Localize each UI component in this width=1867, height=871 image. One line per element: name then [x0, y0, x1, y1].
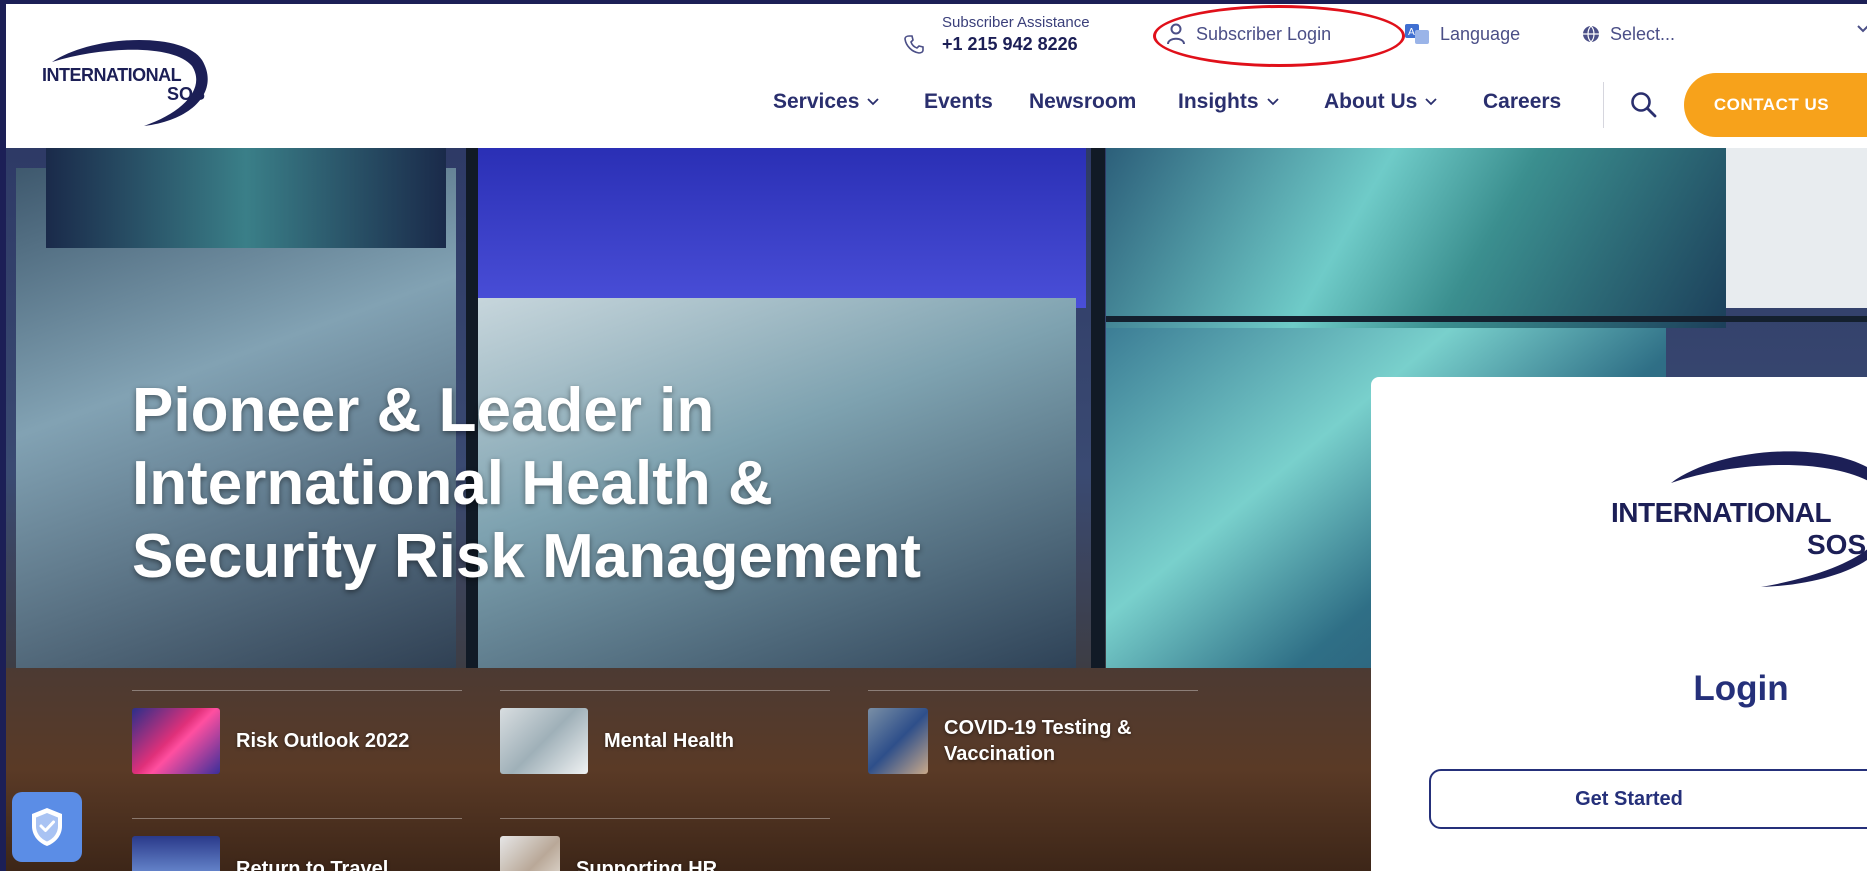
svg-text:A: A [1408, 27, 1415, 38]
translate-icon: A [1405, 24, 1429, 44]
subscriber-login-link[interactable]: Subscriber Login [1166, 20, 1331, 48]
subscriber-assistance[interactable]: Subscriber Assistance +1 215 942 8226 [904, 12, 1124, 56]
quick-link-label-line: Vaccination [944, 743, 1056, 765]
hero-title-line: Pioneer & Leader in [132, 376, 715, 445]
logo-text-international: INTERNATIONAL [42, 65, 182, 85]
language-select[interactable]: Select... [1582, 20, 1675, 48]
quick-link-risk-outlook[interactable]: Risk Outlook 2022 [132, 706, 409, 776]
nav-newsroom-label: Newsroom [1029, 90, 1137, 113]
language-label: A Language [1404, 20, 1520, 48]
logo-text-sos: SOS [167, 84, 206, 104]
divider-line [500, 690, 830, 691]
globe-icon [1583, 25, 1599, 43]
get-started-button[interactable]: Get Started [1429, 769, 1867, 829]
nav-divider [1603, 82, 1604, 128]
nav-services-label: Services [773, 90, 860, 113]
divider-line [500, 818, 830, 819]
phone-icon [904, 35, 924, 54]
divider-line [132, 690, 462, 691]
shield-check-icon [32, 808, 62, 846]
logo-text-international: INTERNATIONAL [1611, 497, 1832, 528]
quick-link-label: Supporting HR [576, 858, 718, 871]
quick-link-return-to-travel[interactable]: Return to Travel [132, 834, 388, 871]
assistance-label: Subscriber Assistance [942, 14, 1090, 31]
divider-line [132, 818, 462, 819]
search-icon[interactable] [1629, 90, 1659, 120]
assistance-phone[interactable]: +1 215 942 8226 [942, 34, 1078, 55]
site-header: INTERNATIONAL SOS Subscriber Assistance … [6, 4, 1867, 148]
site-logo[interactable]: INTERNATIONAL SOS [24, 32, 224, 126]
nav-about-us-label: About Us [1324, 90, 1418, 113]
quick-link-label: Mental Health [604, 730, 735, 752]
privacy-settings-button[interactable] [12, 792, 82, 862]
hero-title: Pioneer & Leader in International Health… [132, 374, 1132, 593]
risk-outlook-thumbnail [132, 708, 220, 774]
login-card-logo: INTERNATIONAL SOS [1611, 437, 1867, 597]
chevron-down-icon[interactable] [1856, 24, 1867, 34]
nav-events-label: Events [924, 90, 993, 113]
chevron-down-icon [867, 98, 880, 106]
login-card: INTERNATIONAL SOS Login Get Started [1371, 377, 1867, 871]
quick-link-covid-testing[interactable]: COVID-19 Testing & Vaccination [868, 706, 1131, 776]
mental-health-thumbnail [500, 708, 588, 774]
contact-us-button[interactable]: CONTACT US [1684, 73, 1867, 137]
logo-text-sos: SOS [1807, 529, 1867, 560]
nav-insights[interactable]: Insights [1178, 86, 1279, 118]
quick-link-label: Return to Travel [236, 858, 389, 871]
hero-title-line: International Health & [132, 449, 773, 518]
nav-careers[interactable]: Careers [1483, 86, 1561, 118]
nav-careers-label: Careers [1483, 90, 1562, 113]
nav-about-us[interactable]: About Us [1324, 86, 1437, 118]
chevron-down-icon [1266, 98, 1279, 106]
user-icon [1167, 23, 1185, 45]
subscriber-login-label: Subscriber Login [1196, 23, 1332, 44]
quick-link-label: COVID-19 Testing & Vaccination [944, 715, 1131, 767]
language-select-value: Select... [1610, 23, 1676, 44]
return-to-travel-thumbnail [132, 836, 220, 871]
login-title: Login [1693, 669, 1789, 708]
hero-title-line: Security Risk Management [132, 522, 922, 591]
covid-testing-thumbnail [868, 708, 928, 774]
quick-link-label-line: COVID-19 Testing & [944, 717, 1132, 739]
divider-line [868, 690, 1198, 691]
nav-services[interactable]: Services [773, 86, 880, 118]
nav-insights-label: Insights [1178, 90, 1259, 113]
quick-link-supporting-hr[interactable]: Supporting HR [500, 834, 717, 871]
supporting-hr-thumbnail [500, 836, 560, 871]
nav-newsroom[interactable]: Newsroom [1029, 86, 1136, 118]
quick-link-mental-health[interactable]: Mental Health [500, 706, 734, 776]
language-text: Language [1440, 23, 1521, 44]
nav-events[interactable]: Events [924, 86, 993, 118]
quick-link-label: Risk Outlook 2022 [236, 730, 410, 752]
chevron-down-icon [1425, 98, 1437, 106]
